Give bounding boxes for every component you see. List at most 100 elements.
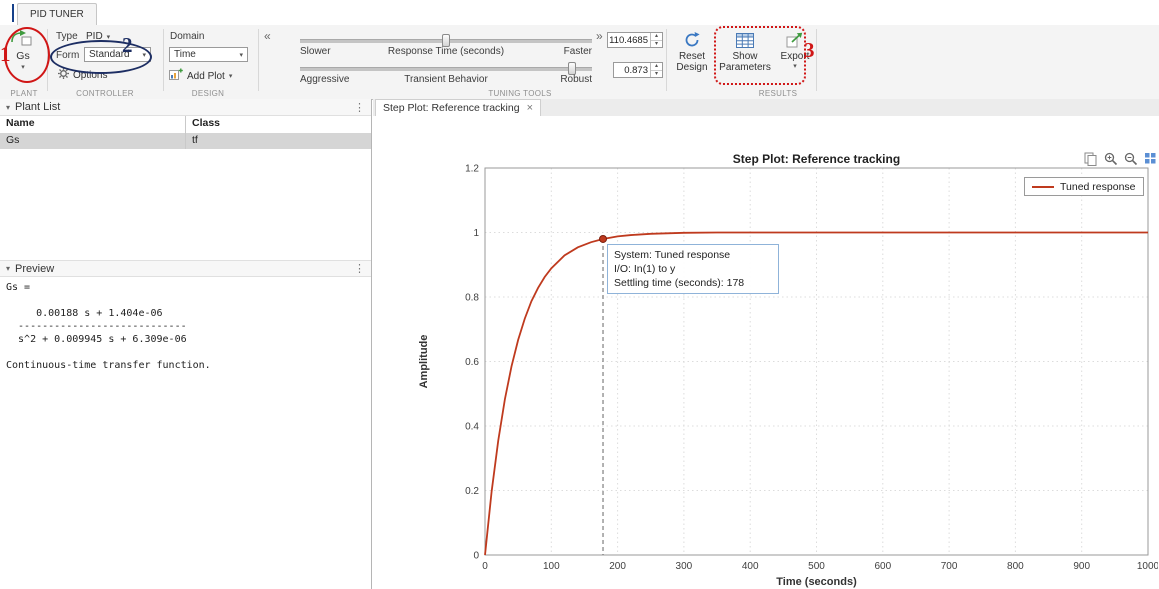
add-plot-caret-icon: ▾ [229,72,233,80]
response-time-label: Response Time (seconds) [388,46,504,57]
form-caret-icon: ▾ [142,51,146,59]
column-header-class: Class [186,116,371,133]
response-time-spin-buttons[interactable]: ▴ ▾ [650,33,662,47]
data-tip-line-2: I/O: In(1) to y [614,262,772,276]
parameters-table-icon [718,29,772,51]
plant-list-menu-icon[interactable]: ⋮ [354,101,365,114]
response-time-value[interactable]: 110.4685 [608,33,650,47]
domain-label: Domain [170,31,204,42]
svg-text:0: 0 [482,561,488,572]
svg-text:600: 600 [874,561,891,572]
data-tip-line-1: System: Tuned response [614,248,772,262]
type-value: PID [86,31,103,42]
transient-behavior-slider[interactable] [300,67,592,71]
section-separator [258,29,259,91]
section-separator [666,29,667,91]
show-parameters-label-2: Parameters [718,62,772,73]
form-value: Standard [89,49,130,60]
pid-tuner-window: PID TUNER Gs ▾ PLANT Type PID ▾ Form Sta… [0,0,1159,589]
tab-step-plot[interactable]: Step Plot: Reference tracking × [375,99,541,116]
svg-text:100: 100 [543,561,560,572]
tab-pid-tuner[interactable]: PID TUNER [17,3,97,25]
options-label: Options [73,70,107,81]
response-time-spinner[interactable]: 110.4685 ▴ ▾ [607,32,663,48]
tab-accent-bar [12,4,14,22]
reset-design-label-1: Reset [670,51,714,62]
export-button[interactable]: Export ▾ [774,28,816,71]
svg-text:300: 300 [676,561,693,572]
plant-row-class: tf [186,133,371,149]
plant-table-header: Name Class [0,116,371,134]
add-plot-button[interactable]: Add Plot ▾ [169,68,232,84]
plant-selector-caret-icon[interactable]: ▾ [0,63,46,71]
form-label: Form [56,50,79,61]
slower-label: Slower [300,46,331,57]
transfer-function-preview: Gs = 0.00188 s + 1.404e-06 -------------… [6,281,211,372]
svg-text:Amplitude: Amplitude [418,335,430,389]
domain-caret-icon: ▾ [239,51,243,59]
export-caret-icon: ▾ [774,62,816,71]
reset-design-label-2: Design [670,62,714,73]
svg-text:500: 500 [808,561,825,572]
options-button[interactable]: Options [58,68,107,82]
close-icon[interactable]: × [527,102,533,114]
collapse-right-icon[interactable]: » [596,29,603,43]
tab-pid-tuner-label: PID TUNER [30,9,84,20]
preview-header[interactable]: ▾ Preview ⋮ [0,260,371,277]
svg-text:1.2: 1.2 [465,164,479,175]
section-separator [816,29,817,91]
spin-down-icon[interactable]: ▾ [651,40,662,48]
column-header-name: Name [0,116,186,133]
plot-area: Step Plot: Reference tracking [373,116,1159,589]
show-parameters-button[interactable]: Show Parameters [718,28,772,73]
type-dropdown[interactable]: PID ▾ [86,31,110,42]
aggressive-label: Aggressive [300,74,349,85]
transient-behavior-label: Transient Behavior [404,74,488,85]
section-label-controller: CONTROLLER [76,89,134,98]
gear-icon [58,68,69,82]
svg-text:0.8: 0.8 [465,293,479,304]
section-label-results: RESULTS [759,89,797,98]
svg-text:1000: 1000 [1137,561,1158,572]
preview-title: Preview [15,263,54,275]
transient-behavior-value[interactable]: 0.873 [614,63,650,77]
collapse-left-icon[interactable]: « [264,29,271,43]
collapse-icon[interactable]: ▾ [6,103,10,112]
step-response-chart: 0100200300400500600700800900100000.20.40… [413,156,1158,589]
show-parameters-label-1: Show [718,51,772,62]
spin-down-icon[interactable]: ▾ [651,70,662,78]
collapse-icon[interactable]: ▾ [6,264,10,273]
svg-text:900: 900 [1073,561,1090,572]
svg-text:0.2: 0.2 [465,486,479,497]
reset-icon [670,29,714,51]
add-plot-label: Add Plot [187,71,225,82]
form-dropdown[interactable]: Standard ▾ [84,47,151,62]
svg-text:0: 0 [473,551,479,562]
section-label-plant: PLANT [10,89,37,98]
plant-table-row[interactable]: Gs tf [0,133,371,149]
legend: Tuned response [1024,177,1144,196]
svg-text:Time (seconds): Time (seconds) [776,576,857,588]
main-panel: Step Plot: Reference tracking × Step Plo… [373,99,1159,589]
add-plot-icon [169,68,183,84]
plant-selector[interactable]: Gs [0,50,46,62]
transient-behavior-spinner[interactable]: 0.873 ▴ ▾ [613,62,663,78]
document-tab-bar: Step Plot: Reference tracking × [373,99,1159,117]
svg-text:800: 800 [1007,561,1024,572]
svg-text:0.6: 0.6 [465,357,479,368]
preview-menu-icon[interactable]: ⋮ [354,262,365,275]
section-label-tuning-tools: TUNING TOOLS [488,89,551,98]
svg-text:700: 700 [941,561,958,572]
tab-strip: PID TUNER [0,0,1159,25]
import-plant-icon[interactable] [9,29,33,50]
svg-text:200: 200 [609,561,626,572]
plant-list-header[interactable]: ▾ Plant List ⋮ [0,99,371,116]
transient-spin-buttons[interactable]: ▴ ▾ [650,63,662,77]
legend-line-sample [1032,186,1054,188]
response-time-slider[interactable] [300,39,592,43]
domain-dropdown[interactable]: Time ▾ [169,47,248,62]
reset-design-button[interactable]: Reset Design [670,28,714,73]
legend-label: Tuned response [1060,181,1136,193]
svg-text:0.4: 0.4 [465,422,479,433]
data-tip-line-3: Settling time (seconds): 178 [614,276,772,290]
